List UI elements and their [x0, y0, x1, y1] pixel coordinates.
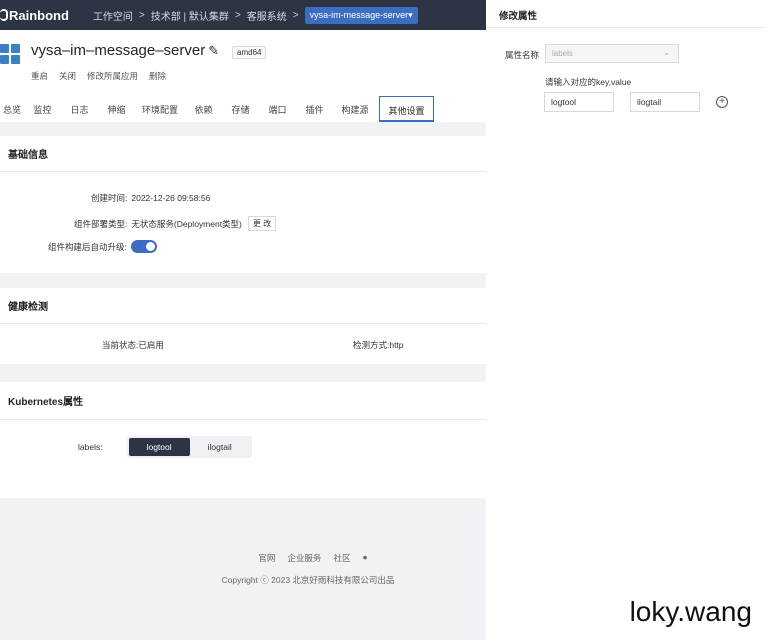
auto-upgrade-toggle[interactable]	[130, 240, 157, 253]
attribute-name-label: 属性名称	[505, 50, 540, 60]
tab-overview[interactable]: 总览	[0, 96, 24, 122]
component-icon	[0, 44, 22, 66]
delete-button[interactable]: 删除	[149, 70, 166, 82]
edit-pencil-icon[interactable]: ✎	[208, 43, 219, 59]
attribute-name-select[interactable]: labels ⌄	[545, 44, 679, 63]
tab-env-config[interactable]: 环境配置	[135, 96, 185, 122]
drawer-title: 修改属性	[486, 0, 764, 28]
brand-logo[interactable]: Rainbond	[0, 8, 69, 23]
watermark: loky.wang	[629, 596, 752, 627]
footer-link-enterprise[interactable]: 企业服务	[287, 552, 321, 564]
breadcrumb-separator: >	[234, 9, 241, 21]
component-header: vysa–im–message–server ✎ amd64 重启 关闭 修改所…	[0, 30, 486, 122]
tab-scaling[interactable]: 伸缩	[98, 96, 135, 122]
github-icon[interactable]: ●	[362, 552, 367, 564]
auto-upgrade-label: 组件构建后自动升级:	[48, 241, 127, 252]
attribute-name-value: labels	[552, 49, 573, 58]
add-pair-icon[interactable]: +	[716, 96, 728, 108]
key-value-hint: 请输入对应的key,value	[545, 77, 632, 87]
arch-badge: amd64	[232, 46, 267, 59]
component-actions: 重启 关闭 修改所属应用 删除	[31, 70, 166, 82]
copyright: Copyright ⓒ 2023 北京好雨科技有限公司出品	[221, 575, 395, 585]
health-check-card: 健康检测 当前状态:已启用 检测方式:http	[0, 288, 486, 364]
stop-button[interactable]: 关闭	[59, 70, 76, 82]
component-tabs: 总览 监控 日志 伸缩 环境配置 依赖 存储 端口 插件 构建源 其他设置	[0, 96, 434, 122]
label-tag-ilogtail[interactable]: ilogtail	[190, 438, 250, 456]
footer-link-community[interactable]: 社区	[333, 552, 350, 564]
breadcrumb-app[interactable]: 客服系统	[247, 8, 287, 23]
footer-link-website[interactable]: 官网	[258, 552, 275, 564]
tab-logs[interactable]: 日志	[61, 96, 98, 122]
key-input[interactable]: logtool	[544, 92, 614, 112]
kubernetes-card: Kubernetes属性 labels: logtool ilogtail	[0, 382, 486, 498]
tab-dependencies[interactable]: 依赖	[185, 96, 222, 122]
deploy-type-value: 无状态服务(Deployment类型)	[131, 218, 242, 229]
component-switcher[interactable]: vysa-im-message-server▾	[304, 6, 418, 24]
value-input[interactable]: ilogtail	[630, 92, 700, 112]
breadcrumb-separator: >	[138, 9, 145, 21]
breadcrumb-separator: >	[292, 9, 299, 21]
change-deploy-type-button[interactable]: 更 改	[247, 216, 277, 231]
breadcrumb: 工作空间 > 技术部 | 默认集群 > 客服系统 > vysa-im-messa…	[93, 6, 418, 24]
footer: 官网 企业服务 社区 ● Copyright ⓒ 2023 北京好雨科技有限公司…	[0, 552, 486, 586]
basic-info-card: 基础信息 创建时间: 2022-12-26 09:58:56 组件部署类型: 无…	[0, 136, 486, 273]
created-value: 2022-12-26 09:58:56	[131, 193, 211, 203]
labels-segment: logtool ilogtail	[126, 436, 252, 458]
restart-button[interactable]: 重启	[31, 70, 48, 82]
tab-monitor[interactable]: 监控	[24, 96, 61, 122]
page-title: vysa–im–message–server ✎	[31, 42, 219, 59]
basic-info-title: 基础信息	[0, 136, 486, 172]
tab-storage[interactable]: 存储	[222, 96, 259, 122]
component-name: vysa–im–message–server	[31, 42, 206, 59]
brand-name: Rainbond	[9, 7, 69, 23]
auto-upgrade-row: 组件构建后自动升级:	[48, 240, 157, 253]
created-row: 创建时间: 2022-12-26 09:58:56	[91, 192, 210, 204]
health-method: 检测方式:http	[353, 340, 404, 350]
deploy-type-label: 组件部署类型:	[74, 218, 128, 229]
tab-other-settings[interactable]: 其他设置	[379, 96, 434, 122]
top-nav-bar: Rainbond 工作空间 > 技术部 | 默认集群 > 客服系统 > vysa…	[0, 0, 486, 30]
rainbond-logo-icon	[0, 9, 8, 21]
breadcrumb-team[interactable]: 技术部 | 默认集群	[151, 8, 229, 23]
change-app-button[interactable]: 修改所属应用	[87, 70, 138, 82]
labels-label: labels:	[78, 442, 103, 452]
health-check-title: 健康检测	[0, 288, 486, 324]
tab-ports[interactable]: 端口	[259, 96, 296, 122]
deploy-type-row: 组件部署类型: 无状态服务(Deployment类型) 更 改	[74, 216, 277, 231]
chevron-down-icon: ⌄	[663, 48, 670, 57]
tab-build-source[interactable]: 构建源	[333, 96, 377, 122]
tab-plugins[interactable]: 插件	[296, 96, 333, 122]
label-tag-logtool[interactable]: logtool	[128, 438, 190, 456]
created-label: 创建时间:	[91, 193, 128, 203]
footer-links: 官网 企业服务 社区 ●	[140, 552, 486, 564]
kubernetes-title: Kubernetes属性	[0, 382, 486, 420]
edit-attribute-drawer: 修改属性 属性名称 labels ⌄ 请输入对应的key,value logto…	[486, 0, 764, 640]
health-status: 当前状态:已启用	[102, 340, 164, 350]
labels-row: labels: logtool ilogtail	[78, 436, 252, 458]
breadcrumb-workspace[interactable]: 工作空间	[93, 8, 133, 23]
